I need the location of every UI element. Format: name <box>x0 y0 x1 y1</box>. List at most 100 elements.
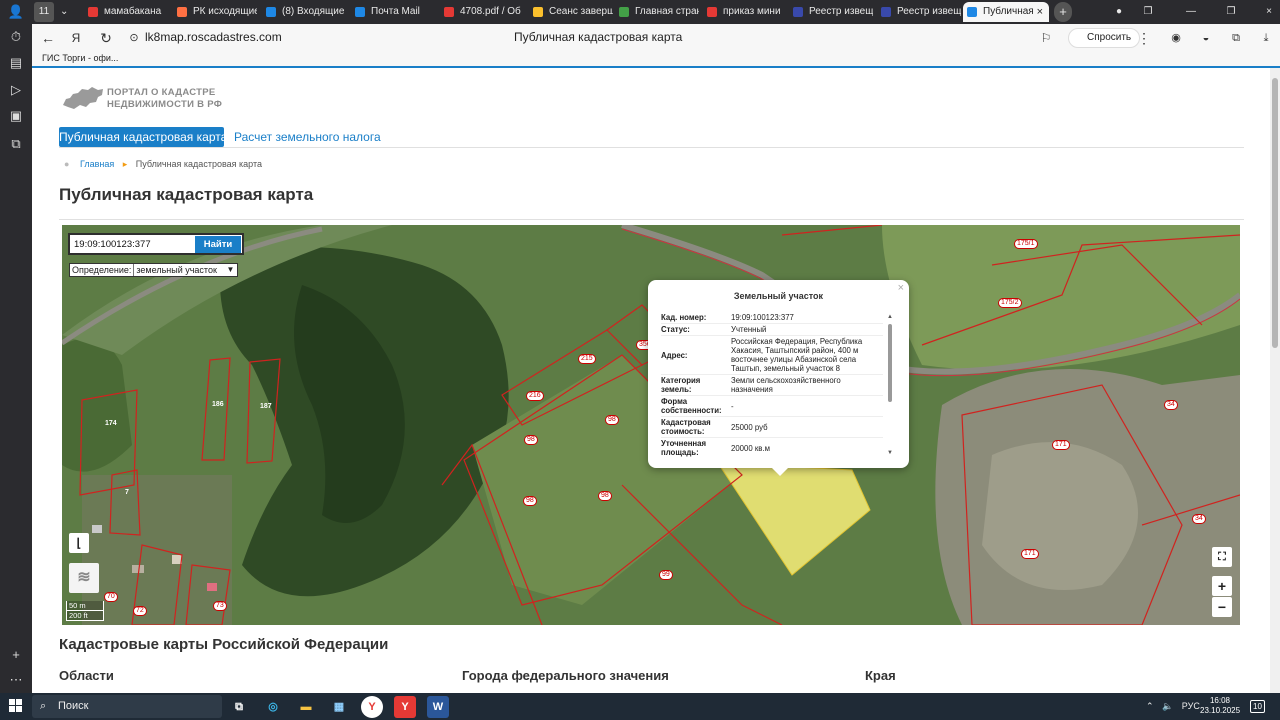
site-info-icon[interactable]: ⊙ <box>124 28 144 48</box>
cadastral-number-input[interactable] <box>72 236 190 252</box>
parcel-label[interactable]: 98 <box>524 435 538 445</box>
add-panel-icon[interactable]: + <box>6 645 26 665</box>
chevron-up-icon[interactable]: ⌃ <box>1146 701 1154 711</box>
store-icon[interactable]: ▦ <box>328 696 350 718</box>
tab-favicon-icon <box>881 7 891 17</box>
yandex-browser-active-icon[interactable]: Y <box>394 696 416 718</box>
nav-tab-land-tax[interactable]: Расчет земельного налога <box>234 127 381 147</box>
play-icon[interactable]: ▷ <box>6 80 26 100</box>
profile-icon[interactable]: 👤 <box>6 2 26 22</box>
word-icon[interactable]: W <box>427 696 449 718</box>
object-type-select[interactable]: земельный участок ▼ <box>133 264 237 276</box>
back-arrow-icon[interactable]: ← <box>38 28 58 48</box>
file-explorer-icon[interactable]: ▬ <box>295 696 317 718</box>
parcel-label[interactable]: 98 <box>598 491 612 501</box>
parcel-label[interactable]: 175/2 <box>998 298 1022 308</box>
popup-scroll-thumb[interactable] <box>888 324 892 402</box>
notification-badge[interactable]: 10 <box>1250 700 1265 713</box>
language-indicator[interactable]: РУС <box>1182 701 1200 711</box>
url-field[interactable]: lk8map.roscadastres.com <box>145 30 282 44</box>
edge-icon[interactable]: ◎ <box>262 696 284 718</box>
clock[interactable]: 16:08 23.10.2025 <box>1200 696 1240 716</box>
extension-icon[interactable]: ◉ <box>1166 28 1186 48</box>
menu-dots-icon[interactable]: ⋮ <box>1134 28 1154 48</box>
layers-icon[interactable]: ≋ <box>69 563 99 593</box>
collections-icon[interactable]: ▤ <box>6 53 26 73</box>
account-icon[interactable]: ● <box>1110 2 1128 22</box>
close-tab-icon[interactable]: × <box>1037 2 1043 22</box>
browser-tab-active[interactable]: Публичная × <box>963 2 1049 22</box>
find-button[interactable]: Найти <box>195 236 241 253</box>
parcel-label[interactable]: 98 <box>523 496 537 506</box>
restore-icon[interactable]: ❐ <box>1222 2 1240 22</box>
parcel-label[interactable]: 171 <box>1052 440 1070 450</box>
new-tab-button[interactable]: + <box>1054 2 1072 22</box>
volume-icon[interactable]: 🔈 <box>1162 701 1173 711</box>
browser-tab[interactable]: 4708.pdf / Об <box>440 2 524 22</box>
windows-start-icon[interactable] <box>9 699 23 713</box>
browser-tab[interactable]: РК исходящие <box>173 2 257 22</box>
tab-menu-chevron[interactable]: ⌄ <box>56 2 74 22</box>
browser-tab[interactable]: Реестр извещ <box>877 2 961 22</box>
scroll-down-icon[interactable]: ▼ <box>887 450 893 456</box>
bookmark-icon[interactable]: ⚐ <box>1036 28 1056 48</box>
download-icon[interactable]: ⤓ <box>1256 28 1276 48</box>
browser-tab[interactable]: приказ мини <box>703 2 787 22</box>
yandex-browser-icon[interactable]: Y <box>361 696 383 718</box>
close-window-icon[interactable]: × <box>1260 2 1278 22</box>
ask-button[interactable]: Спросить <box>1068 28 1141 48</box>
zoom-out-button[interactable]: − <box>1212 597 1232 617</box>
parcel-label[interactable]: 98 <box>605 415 619 425</box>
parcel-label[interactable]: 171 <box>1021 549 1039 559</box>
parcel-label[interactable]: 73 <box>213 601 227 611</box>
parcel-label[interactable]: 34 <box>1164 400 1178 410</box>
scroll-up-icon[interactable]: ▲ <box>887 314 893 320</box>
parcel-label[interactable]: 186 <box>210 401 226 409</box>
bookmark-item[interactable]: ГИС Торги - офи... <box>42 53 118 63</box>
parcel-label[interactable]: 99 <box>659 570 673 580</box>
measure-icon[interactable]: ⌊ <box>69 533 89 553</box>
minimize-icon[interactable]: — <box>1182 2 1200 22</box>
browser-tab[interactable]: мамабакана <box>84 2 168 22</box>
parcel-label[interactable]: 72 <box>133 606 147 616</box>
taskbar-search[interactable]: ⌕ Поиск <box>32 695 222 718</box>
parcel-label[interactable]: 7 <box>123 489 131 497</box>
browser-tab[interactable]: Почта Mail <box>351 2 435 22</box>
tab-counter[interactable]: 11 <box>34 2 54 22</box>
reload-icon[interactable]: ↻ <box>96 28 116 48</box>
parcel-label[interactable]: 175/1 <box>1014 239 1038 249</box>
more-icon[interactable]: ⋯ <box>6 670 26 690</box>
definition-selector: Определение: земельный участок ▼ <box>69 263 239 277</box>
parcel-label[interactable]: 34 <box>1192 514 1206 524</box>
clock-icon[interactable]: ⏱ <box>6 27 26 47</box>
fullscreen-icon[interactable]: ⛶ <box>1212 547 1232 567</box>
popup-scrollbar[interactable]: ▲ ▼ <box>887 314 893 456</box>
tab-favicon-icon <box>177 7 187 17</box>
browser-tab[interactable]: Главная стран <box>615 2 699 22</box>
nav-tab-public-map[interactable]: Публичная кадастровая карта <box>59 127 227 147</box>
page-scroll-thumb[interactable] <box>1272 78 1278 348</box>
screenshot-icon[interactable]: ⧉ <box>6 134 26 154</box>
page-scrollbar[interactable] <box>1270 68 1280 693</box>
extensions-icon[interactable]: ⧉ <box>1226 28 1246 48</box>
breadcrumb-home-link[interactable]: Главная <box>80 159 114 169</box>
system-tray: ⌃ 🔈 РУС <box>1146 693 1200 720</box>
popup-key: Кадастровая стоимость: <box>661 418 711 436</box>
browser-tab[interactable]: Реестр извещ <box>789 2 873 22</box>
parcel-label[interactable]: 70 <box>104 592 118 602</box>
zoom-in-button[interactable]: + <box>1212 576 1232 596</box>
browser-tab[interactable]: (8) Входящие <box>262 2 346 22</box>
parcel-label[interactable]: 215 <box>578 354 596 364</box>
cadastral-map[interactable]: 174 186 187 7 215 216 356 98 98 98 98 99… <box>62 225 1240 625</box>
portal-logo-text[interactable]: ПОРТАЛ О КАДАСТРЕ НЕДВИЖИМОСТИ В РФ <box>107 87 247 111</box>
tab-counter-icon[interactable]: ▣ <box>6 106 26 126</box>
popup-row: Форма собственности: - <box>661 396 883 417</box>
yandex-icon[interactable]: Я <box>66 28 86 48</box>
task-view-icon[interactable]: ⧉ <box>228 696 250 718</box>
browser-tab[interactable]: Сеанс заверш <box>529 2 613 22</box>
parcel-label[interactable]: 174 <box>103 420 119 428</box>
parcel-label[interactable]: 216 <box>526 391 544 401</box>
extension-icon[interactable]: ◒ <box>1196 28 1216 48</box>
collections-icon[interactable]: ❐ <box>1139 2 1157 22</box>
parcel-label[interactable]: 187 <box>258 403 274 411</box>
